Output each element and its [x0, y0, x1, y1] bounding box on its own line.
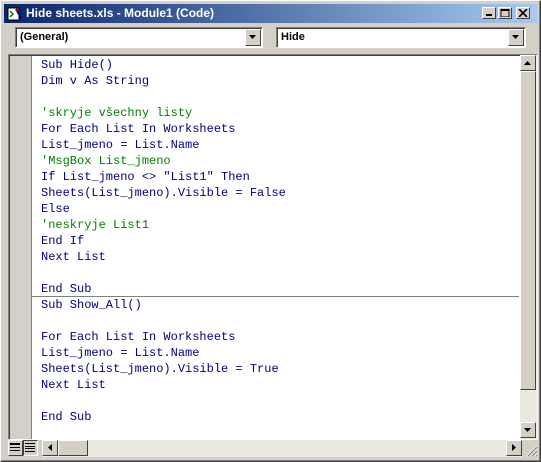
procedure-combo-dropdown-button[interactable]: [508, 29, 524, 46]
code-line: 'skryje všechny listy: [41, 106, 193, 120]
maximize-icon: [500, 9, 510, 17]
code-line: List_jmeno = List.Name: [41, 138, 200, 152]
code-editor[interactable]: Sub Hide() Dim v As String 'skryje všech…: [8, 54, 538, 440]
scroll-right-button[interactable]: [506, 440, 522, 456]
combo-bar: (General) Hide: [4, 25, 537, 51]
code-line: End Sub: [41, 410, 92, 424]
code-line: If List_jmeno <> "List1" Then: [41, 170, 250, 184]
close-button[interactable]: [516, 7, 530, 19]
procedure-view-icon: [10, 443, 20, 451]
close-icon: [518, 9, 528, 17]
resize-grip-icon[interactable]: [525, 444, 538, 457]
code-line: For Each List In Worksheets: [41, 330, 236, 344]
code-line: Sub Hide(): [41, 58, 114, 72]
procedure-combo[interactable]: Hide: [276, 27, 526, 48]
title-bar[interactable]: Hide sheets.xls - Module1 (Code): [4, 4, 537, 23]
vba-module-icon: [7, 6, 23, 22]
code-line: Next List: [41, 378, 106, 392]
object-combo-value: (General): [20, 31, 69, 43]
code-line: Sheets(List_jmeno).Visible = False: [41, 186, 286, 200]
code-line: 'neskryje List1: [41, 218, 150, 232]
maximize-button[interactable]: [498, 7, 512, 19]
code-line: End Sub: [41, 282, 92, 296]
margin-indicator-bar[interactable]: [10, 56, 32, 439]
scroll-down-button[interactable]: [520, 422, 536, 438]
minimize-button[interactable]: [482, 7, 496, 19]
code-line: Else: [41, 202, 70, 216]
code-line: Next List: [41, 250, 106, 264]
procedure-view-button[interactable]: [8, 440, 23, 456]
code-line: Sub Show_All(): [41, 298, 142, 312]
code-line: Dim v As String: [41, 74, 150, 88]
vertical-scroll-thumb[interactable]: [520, 71, 536, 390]
arrow-right-icon: [512, 444, 516, 451]
code-window: Hide sheets.xls - Module1 (Code) (Genera…: [0, 0, 541, 462]
code-line: 'MsgBox List_jmeno: [41, 154, 171, 168]
minimize-icon: [486, 14, 492, 16]
code-line: Sheets(List_jmeno).Visible = True: [41, 362, 279, 376]
code-area[interactable]: Sub Hide() Dim v As String 'skryje všech…: [41, 57, 286, 425]
arrow-left-icon: [48, 444, 52, 451]
full-module-view-button[interactable]: [23, 440, 38, 456]
arrow-down-icon: [524, 428, 531, 432]
bottom-bar: [8, 440, 538, 457]
chevron-down-icon: [249, 35, 256, 39]
chevron-down-icon: [512, 35, 519, 39]
scroll-up-button[interactable]: [520, 55, 536, 71]
horizontal-scrollbar[interactable]: [42, 440, 522, 457]
object-combo[interactable]: (General): [15, 27, 263, 48]
horizontal-scroll-thumb[interactable]: [58, 440, 88, 456]
code-line: End If: [41, 234, 85, 248]
code-line: List_jmeno = List.Name: [41, 346, 200, 360]
vertical-scrollbar[interactable]: [520, 55, 537, 439]
procedure-combo-value: Hide: [281, 31, 305, 43]
full-module-view-icon: [25, 443, 35, 452]
scroll-left-button[interactable]: [42, 440, 58, 456]
code-line: For Each List In Worksheets: [41, 122, 236, 136]
window-title: Hide sheets.xls - Module1 (Code): [26, 6, 215, 20]
object-combo-dropdown-button[interactable]: [245, 29, 261, 46]
procedure-separator: [32, 296, 519, 297]
arrow-up-icon: [524, 61, 531, 65]
